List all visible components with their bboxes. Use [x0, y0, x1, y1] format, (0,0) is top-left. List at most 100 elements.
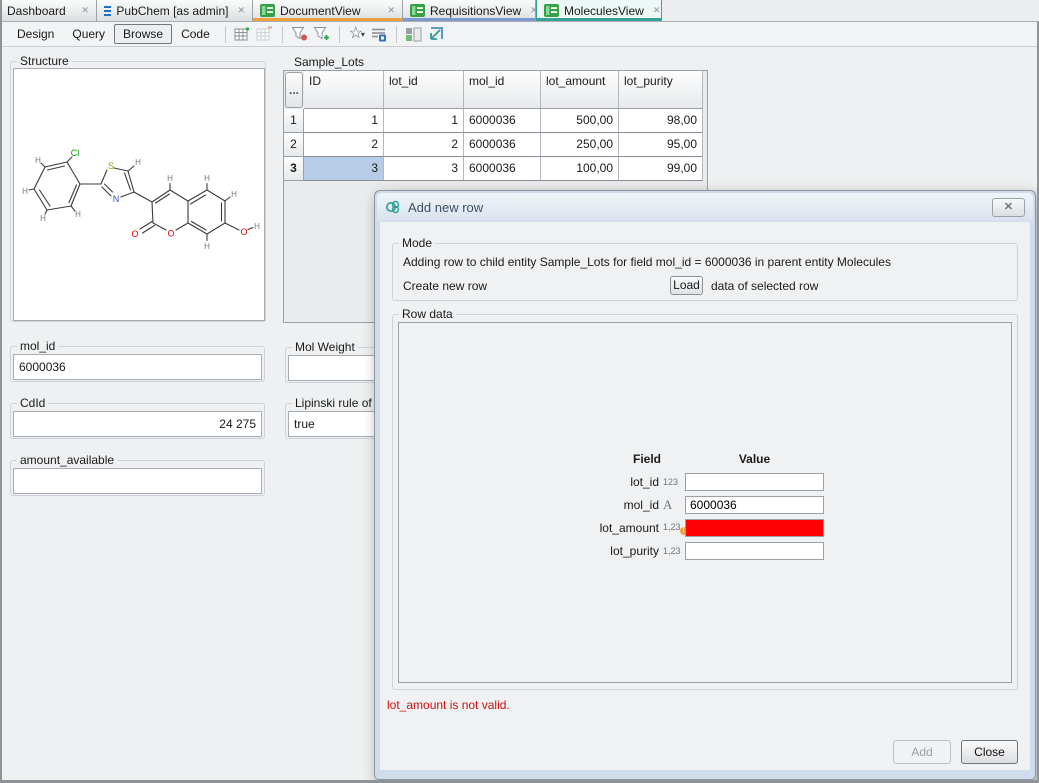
- atom-h: H: [167, 174, 173, 183]
- field-name-mol-id: mol_id: [543, 498, 663, 512]
- cell-mol-id[interactable]: 6000036: [464, 109, 541, 133]
- lot-amount-value-input[interactable]: [685, 519, 824, 537]
- text-type-icon: A: [663, 497, 685, 513]
- row-data-label: Row data: [399, 307, 456, 321]
- cell-lot-amount[interactable]: 100,00: [541, 157, 619, 181]
- tab-close-icon[interactable]: ✕: [233, 5, 245, 16]
- cell-lot-amount[interactable]: 500,00: [541, 109, 619, 133]
- separator: [225, 26, 226, 43]
- close-button[interactable]: Close: [961, 740, 1018, 764]
- create-new-row-text: Create new row: [403, 279, 487, 293]
- lot-id-value-input[interactable]: [685, 473, 824, 491]
- table-row-selected[interactable]: 3 3 3 6000036 100,00 99,00: [284, 157, 707, 181]
- molecule-structure: Cl S N O O O H H H H H H H H H H: [14, 69, 266, 322]
- field-name-lot-amount: lot_amount: [543, 521, 663, 535]
- structure-groupbox: Structure: [10, 61, 266, 322]
- row-header[interactable]: 3: [284, 157, 304, 181]
- atom-h: H: [40, 214, 46, 223]
- table-row[interactable]: 2 2 2 6000036 250,00 95,00: [284, 133, 707, 157]
- atom-h: H: [135, 158, 141, 167]
- mol-id-group: mol_id 6000036: [10, 346, 265, 382]
- tab-close-icon[interactable]: ✕: [383, 5, 395, 16]
- cell-lot-purity[interactable]: 99,00: [619, 157, 703, 181]
- cell-lot-id[interactable]: 1: [384, 109, 464, 133]
- cell-id[interactable]: 2: [304, 133, 384, 157]
- tab-close-icon[interactable]: ✕: [649, 5, 661, 16]
- atom-h: H: [75, 210, 81, 219]
- lot-purity-value-input[interactable]: [685, 542, 824, 560]
- field-value-table: Field Value lot_id 123 mol_id A lot_amou…: [543, 450, 824, 560]
- atom-o: O: [167, 229, 174, 239]
- separator: [396, 26, 397, 43]
- dialog-close-button[interactable]: ✕: [992, 198, 1025, 217]
- table-row[interactable]: 1 1 1 6000036 500,00 98,00: [284, 109, 707, 133]
- col-header-lot-id[interactable]: lot_id: [384, 71, 464, 109]
- cdid-field[interactable]: 24 275: [13, 411, 262, 437]
- row-header[interactable]: 1: [284, 109, 304, 133]
- app-window: Dashboard ✕ PubChem [as admin] ✕ Documen…: [0, 0, 1039, 783]
- cell-id[interactable]: 1: [304, 109, 384, 133]
- dialog-titlebar[interactable]: Add new row ✕: [377, 193, 1033, 221]
- cell-lot-id[interactable]: 2: [384, 133, 464, 157]
- star-icon[interactable]: ☆▾: [346, 24, 368, 44]
- decimal-type-icon: 1,23!: [663, 522, 685, 535]
- table-icon: [410, 4, 425, 17]
- amount-available-field[interactable]: [13, 468, 262, 494]
- atom-cl: Cl: [71, 148, 80, 158]
- field-column-header: Field: [543, 452, 663, 466]
- tab-documentview[interactable]: DocumentView ✕: [253, 0, 403, 21]
- table-icon: [544, 4, 559, 17]
- menu-icon: [104, 6, 111, 16]
- atom-h: H: [22, 187, 28, 196]
- filter-red-icon[interactable]: [289, 24, 311, 44]
- tab-pubchem[interactable]: PubChem [as admin] ✕: [97, 0, 253, 21]
- col-header-mol-id[interactable]: mol_id: [464, 71, 541, 109]
- validation-error-text: lot_amount is not valid.: [387, 698, 510, 712]
- cell-lot-purity[interactable]: 95,00: [619, 133, 703, 157]
- atom-h: H: [204, 174, 210, 183]
- cell-id[interactable]: 3: [304, 157, 384, 181]
- cdid-group: CdId 24 275: [10, 403, 265, 439]
- form-details-icon[interactable]: [368, 24, 390, 44]
- row-header[interactable]: 2: [284, 133, 304, 157]
- browse-button[interactable]: Browse: [114, 24, 172, 44]
- tab-moleculesview[interactable]: MoleculesView ✕: [536, 0, 662, 21]
- mol-weight-label: Mol Weight: [292, 340, 358, 354]
- tab-close-icon[interactable]: ✕: [77, 5, 89, 16]
- load-suffix-text: data of selected row: [711, 279, 818, 293]
- value-column-header: Value: [685, 452, 824, 466]
- table-icon: [260, 4, 275, 17]
- table-corner-button[interactable]: ...: [285, 72, 303, 108]
- col-header-lot-amount[interactable]: lot_amount: [541, 71, 619, 109]
- load-button[interactable]: Load: [670, 276, 703, 295]
- mol-id-value-input[interactable]: [685, 496, 824, 514]
- col-header-id[interactable]: ID: [304, 71, 384, 109]
- open-link-icon[interactable]: [425, 24, 447, 44]
- mol-id-field[interactable]: 6000036: [13, 354, 262, 380]
- cell-lot-purity[interactable]: 98,00: [619, 109, 703, 133]
- lipinski-label: Lipinski rule of: [292, 396, 375, 410]
- code-button[interactable]: Code: [172, 25, 219, 43]
- cell-mol-id[interactable]: 6000036: [464, 133, 541, 157]
- decimal-type-icon: 1,23: [663, 546, 685, 556]
- filter-add-icon[interactable]: [311, 24, 333, 44]
- col-header-lot-purity[interactable]: lot_purity: [619, 71, 703, 109]
- query-button[interactable]: Query: [63, 25, 114, 43]
- delete-row-icon[interactable]: [254, 24, 276, 44]
- structure-label: Structure: [17, 54, 72, 68]
- design-button[interactable]: Design: [8, 25, 63, 43]
- tab-requisitionsview[interactable]: RequisitionsView ✕: [403, 0, 536, 21]
- cell-mol-id[interactable]: 6000036: [464, 157, 541, 181]
- tab-dashboard[interactable]: Dashboard ✕: [0, 0, 97, 21]
- sample-lots-label: Sample_Lots: [291, 55, 367, 69]
- layout-grid-icon[interactable]: [403, 24, 425, 44]
- cell-lot-id[interactable]: 3: [384, 157, 464, 181]
- add-row-icon[interactable]: [232, 24, 254, 44]
- structure-canvas[interactable]: Cl S N O O O H H H H H H H H H H: [13, 68, 265, 321]
- toolbar: Design Query Browse Code: [0, 22, 1039, 47]
- mode-description: Adding row to child entity Sample_Lots f…: [403, 255, 891, 269]
- atom-h: H: [254, 222, 260, 231]
- cell-lot-amount[interactable]: 250,00: [541, 133, 619, 157]
- tab-underline: [537, 18, 661, 21]
- atom-s: S: [108, 161, 114, 171]
